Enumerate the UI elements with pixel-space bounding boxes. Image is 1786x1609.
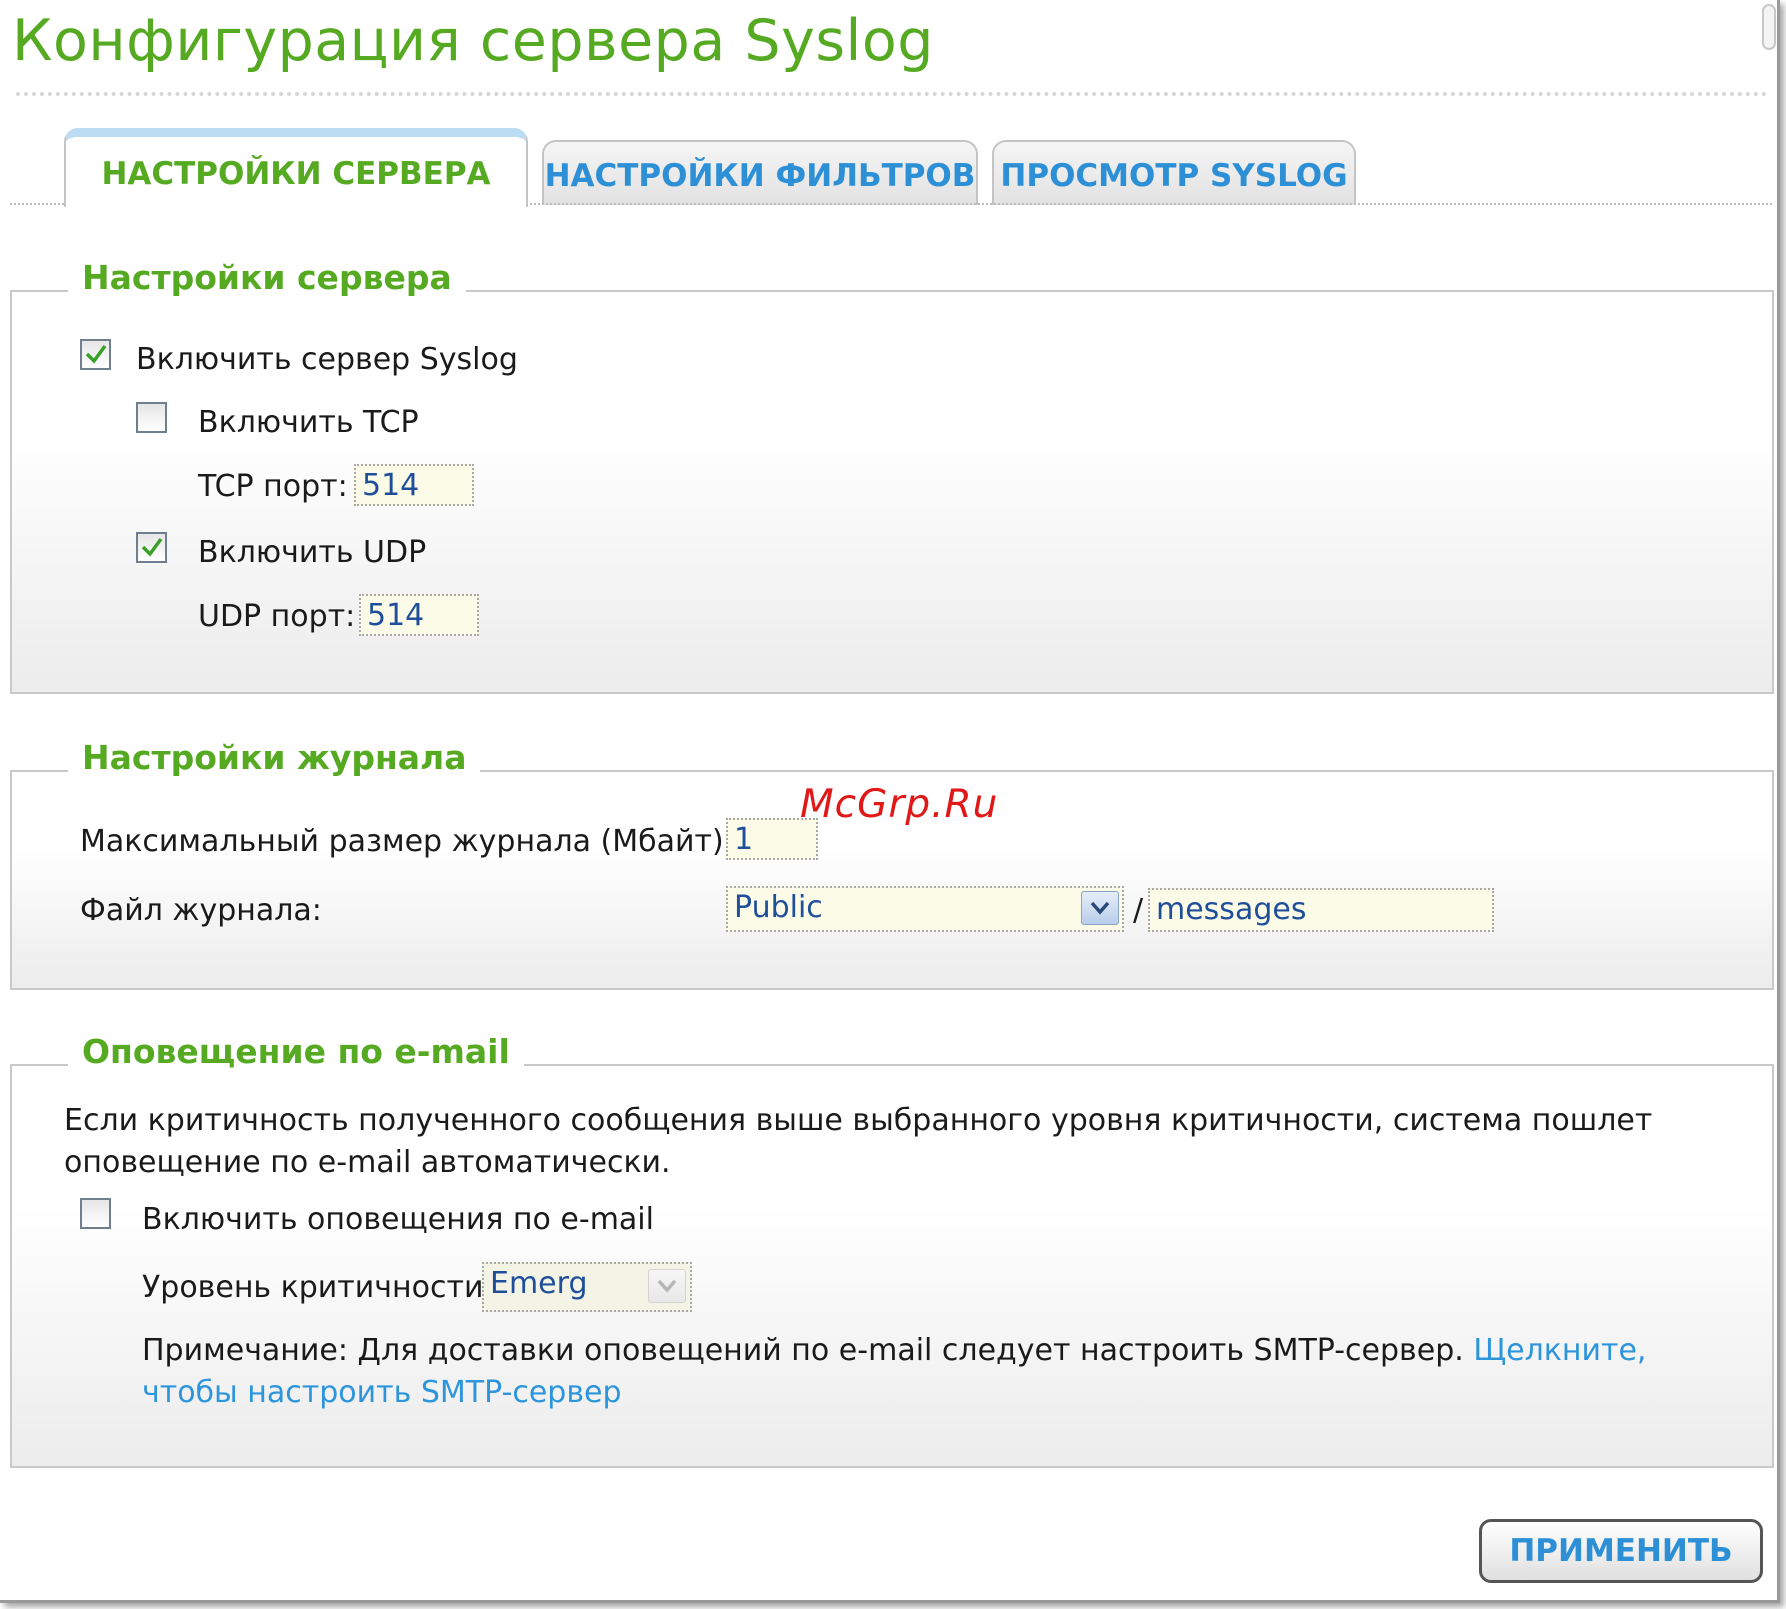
enable-udp-checkbox[interactable] <box>136 532 167 563</box>
tcp-port-label: TCP порт: <box>198 469 348 504</box>
udp-port-label: UDP порт: <box>198 599 356 634</box>
severity-select[interactable]: Emerg <box>482 1262 692 1312</box>
tcp-port-input[interactable]: 514 <box>354 464 474 506</box>
check-icon <box>141 537 163 557</box>
apply-button[interactable]: ПРИМЕНИТЬ <box>1479 1519 1763 1583</box>
check-icon <box>85 344 107 364</box>
enable-tcp-checkbox[interactable] <box>136 402 167 433</box>
chevron-down-icon[interactable] <box>648 1269 686 1303</box>
log-filename-input[interactable]: messages <box>1148 888 1494 932</box>
page-title: Конфигурация сервера Syslog <box>12 8 934 74</box>
watermark-text: McGrp.Ru <box>800 782 999 827</box>
severity-label: Уровень критичности: <box>142 1270 494 1305</box>
scrollbar-thumb[interactable] <box>1762 4 1776 50</box>
tab-server-settings[interactable]: НАСТРОЙКИ СЕРВЕРА <box>64 128 528 207</box>
log-file-label: Файл журнала: <box>80 893 322 928</box>
max-size-label: Максимальный размер журнала (Мбайт): <box>80 824 734 859</box>
path-separator: / <box>1133 893 1144 928</box>
enable-udp-label: Включить UDP <box>198 535 427 570</box>
log-settings-legend: Настройки журнала <box>68 738 481 777</box>
tab-view-syslog[interactable]: ПРОСМОТР SYSLOG <box>992 140 1356 205</box>
enable-syslog-label: Включить сервер Syslog <box>136 342 518 377</box>
severity-value: Emerg <box>490 1266 588 1301</box>
email-description: Если критичность полученного сообщения в… <box>64 1103 1653 1180</box>
enable-email-label: Включить оповещения по e-mail <box>142 1202 654 1237</box>
chevron-down-icon[interactable] <box>1081 891 1119 925</box>
smtp-note: Примечание: Для доставки оповещений по e… <box>142 1330 1702 1414</box>
title-divider <box>16 92 1768 96</box>
email-notification-section: Оповещение по e-mail Если критичность по… <box>10 1032 1774 1468</box>
server-settings-section: Настройки сервера Включить сервер Syslog… <box>10 258 1774 694</box>
enable-tcp-label: Включить TCP <box>198 405 419 440</box>
log-folder-select[interactable]: Public <box>726 886 1124 932</box>
server-settings-legend: Настройки сервера <box>68 258 466 297</box>
enable-email-checkbox[interactable] <box>80 1198 111 1229</box>
log-folder-value: Public <box>734 890 823 925</box>
tab-filter-settings[interactable]: НАСТРОЙКИ ФИЛЬТРОВ <box>542 140 978 205</box>
udp-port-input[interactable]: 514 <box>359 594 479 636</box>
email-notification-legend: Оповещение по e-mail <box>68 1032 524 1071</box>
enable-syslog-checkbox[interactable] <box>80 339 111 370</box>
smtp-note-text: Примечание: Для доставки оповещений по e… <box>142 1333 1464 1368</box>
